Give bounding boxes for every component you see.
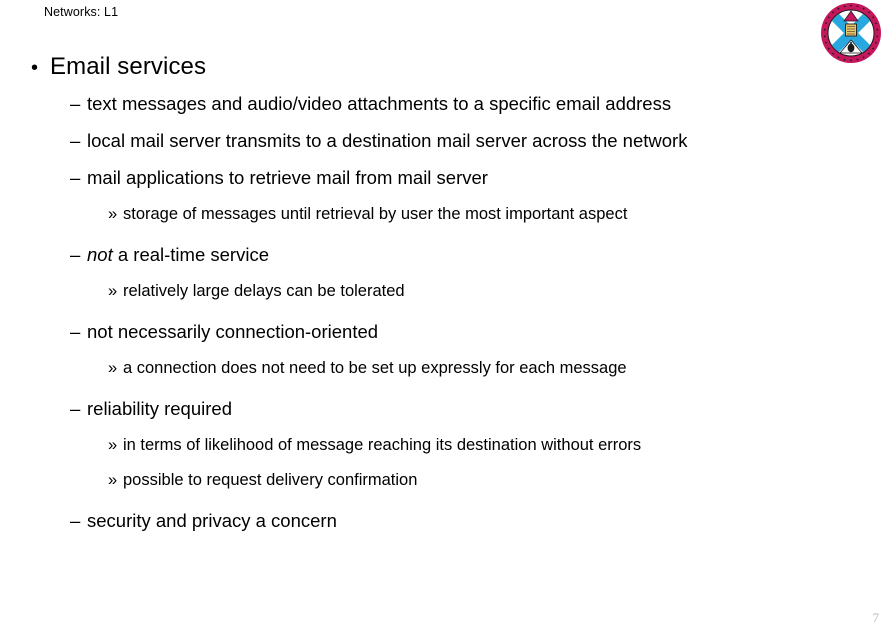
slide-body: • Email services – text messages and aud…	[0, 52, 891, 546]
bullet-marker-dash: –	[70, 398, 81, 419]
bullet-marker-dot: •	[31, 57, 39, 79]
bullet-text: a connection does not need to be set up …	[123, 359, 627, 377]
bullet-marker-dash: –	[70, 321, 81, 342]
bullet-text: mail applications to retrieve mail from …	[87, 167, 488, 188]
bullet-level3: » in terms of likelihood of message reac…	[0, 434, 891, 469]
bullet-marker-guillemet: »	[108, 205, 118, 223]
bullet-marker-guillemet: »	[108, 471, 118, 489]
bullet-marker-guillemet: »	[108, 436, 118, 454]
bullet-level1: • Email services	[0, 52, 891, 90]
bullet-level2: – not a real-time service	[0, 243, 891, 280]
bullet-marker-guillemet: »	[108, 359, 118, 377]
bullet-text: possible to request delivery confirmatio…	[123, 471, 418, 489]
bullet-level2: – reliability required	[0, 397, 891, 434]
slide-header: Networks: L1	[44, 5, 119, 19]
bullet-text: relatively large delays can be tolerated	[123, 282, 405, 300]
bullet-text: storage of messages until retrieval by u…	[123, 205, 628, 223]
bullet-text: in terms of likelihood of message reachi…	[123, 436, 642, 454]
bullet-level3: » possible to request delivery confirmat…	[0, 469, 891, 504]
presentation-slide: Networks: L1 • Email services – text mes…	[0, 0, 891, 630]
bullet-marker-dash: –	[70, 167, 81, 188]
bullet-level3: » storage of messages until retrieval by…	[0, 203, 891, 238]
bullet-text: security and privacy a concern	[87, 510, 337, 531]
bullet-marker-dash: –	[70, 130, 81, 151]
bullet-level2: – text messages and audio/video attachme…	[0, 92, 891, 129]
bullet-text-emphasis: not	[87, 244, 113, 265]
bullet-level2: – security and privacy a concern	[0, 509, 891, 546]
page-number: 7	[872, 610, 880, 625]
bullet-marker-dash: –	[70, 93, 81, 114]
bullet-level2: – mail applications to retrieve mail fro…	[0, 166, 891, 203]
bullet-text: text messages and audio/video attachment…	[87, 93, 672, 114]
bullet-text: Email services	[50, 53, 207, 80]
bullet-text: local mail server transmits to a destina…	[87, 130, 688, 151]
bullet-marker-dash: –	[70, 510, 81, 531]
bullet-text: not necessarily connection-oriented	[87, 321, 379, 342]
bullet-text-remainder: a real-time service	[112, 244, 269, 265]
bullet-marker-guillemet: »	[108, 282, 118, 300]
bullet-level3: » a connection does not need to be set u…	[0, 357, 891, 392]
bullet-level3: » relatively large delays can be tolerat…	[0, 280, 891, 315]
bullet-text: not a real-time service	[87, 243, 269, 267]
bullet-level2: – not necessarily connection-oriented	[0, 320, 891, 357]
bullet-text: reliability required	[87, 398, 232, 419]
bullet-level2: – local mail server transmits to a desti…	[0, 129, 891, 166]
bullet-marker-dash: –	[70, 244, 81, 265]
